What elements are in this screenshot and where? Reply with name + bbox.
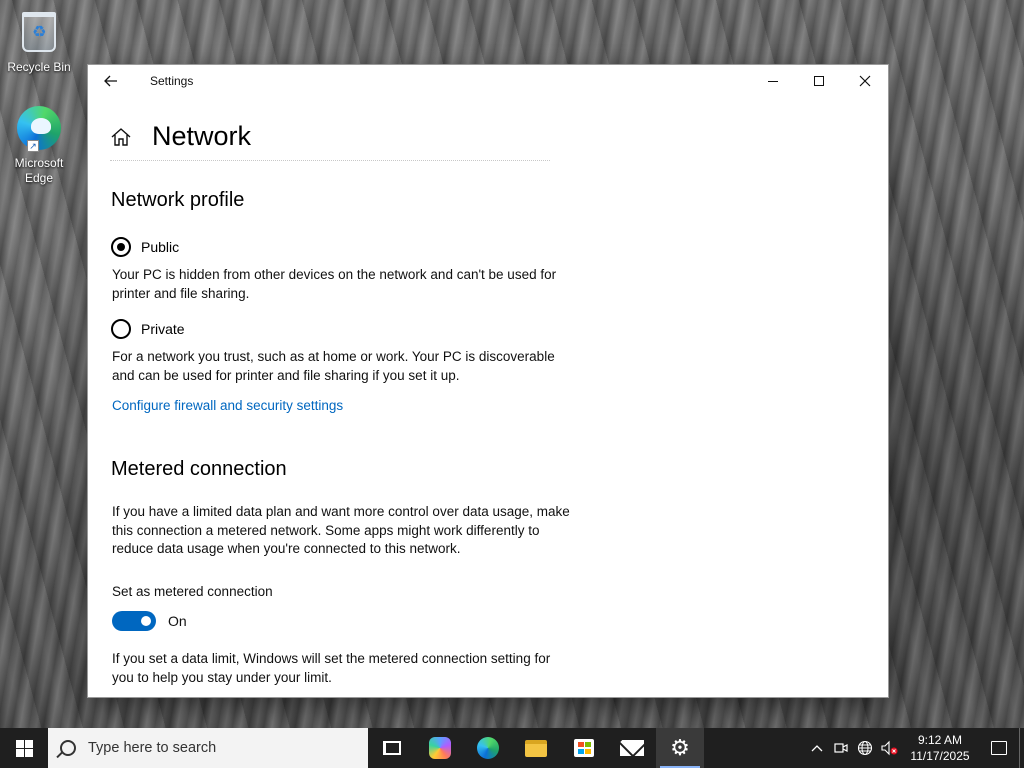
radio-private-label: Private: [141, 321, 185, 337]
taskbar-file-explorer[interactable]: [512, 728, 560, 768]
tray-meet-button[interactable]: [829, 728, 853, 768]
metered-toggle-label: Set as metered connection: [112, 584, 273, 599]
close-button[interactable]: [842, 65, 888, 97]
metered-toggle-row[interactable]: On: [112, 611, 187, 631]
desktop-icon-recycle-bin[interactable]: Recycle Bin: [3, 8, 75, 75]
taskbar-edge[interactable]: [464, 728, 512, 768]
system-tray: 9:12 AM 11/17/2025: [805, 728, 1024, 768]
metered-description: If you have a limited data plan and want…: [112, 504, 570, 556]
speaker-muted-icon: [881, 740, 898, 756]
clock-date: 11/17/2025: [910, 749, 970, 763]
back-button[interactable]: [88, 65, 134, 97]
radio-button-unchecked[interactable]: [111, 319, 131, 339]
private-description: For a network you trust, such as at home…: [112, 349, 555, 383]
metered-toggle-state: On: [168, 613, 187, 629]
volume-button[interactable]: [877, 728, 901, 768]
camera-icon: [834, 743, 848, 753]
file-explorer-icon: [525, 739, 547, 757]
desktop-icon-label: Microsoft Edge: [14, 156, 64, 185]
maximize-button[interactable]: [796, 65, 842, 97]
taskbar-mail[interactable]: [608, 728, 656, 768]
search-icon: [60, 740, 76, 756]
settings-icon: ⚙: [670, 735, 690, 760]
taskbar-apps: ⚙: [368, 728, 704, 768]
scroll-fade-divider: [110, 160, 550, 163]
title-bar[interactable]: Settings: [88, 65, 888, 97]
window-title: Settings: [150, 74, 194, 88]
maximize-icon: [814, 76, 824, 86]
taskbar: Type here to search ⚙ 9:12 AM 11/17/2025: [0, 728, 1024, 768]
desktop-icon-edge[interactable]: ↗ Microsoft Edge: [3, 104, 75, 186]
desktop-icon-label: Recycle Bin: [7, 60, 71, 74]
clock-time: 9:12 AM: [917, 733, 963, 747]
network-profile-heading: Network profile: [111, 189, 245, 211]
settings-window: Settings Network Network profile Public …: [88, 65, 888, 697]
page-title: Network: [152, 121, 252, 151]
data-limit-note: If you set a data limit, Windows will se…: [112, 651, 551, 685]
show-hidden-icons-button[interactable]: [805, 728, 829, 768]
minimize-icon: [768, 80, 778, 82]
start-button[interactable]: [0, 728, 48, 768]
home-icon[interactable]: [110, 126, 132, 148]
back-arrow-icon: [104, 75, 117, 87]
taskbar-task-view[interactable]: [368, 728, 416, 768]
taskbar-search-box[interactable]: Type here to search: [48, 728, 368, 768]
mail-icon: [620, 740, 644, 756]
globe-network-icon: [857, 740, 873, 756]
radio-public-label: Public: [141, 239, 180, 255]
metered-connection-heading: Metered connection: [111, 458, 287, 480]
firewall-settings-link[interactable]: Configure firewall and security settings: [112, 398, 343, 413]
chevron-up-icon: [811, 745, 823, 752]
recycle-bin-icon: [15, 8, 63, 56]
network-status-button[interactable]: [853, 728, 877, 768]
taskbar-settings[interactable]: ⚙: [656, 728, 704, 768]
minimize-button[interactable]: [750, 65, 796, 97]
search-placeholder: Type here to search: [88, 740, 217, 756]
windows-logo-icon: [15, 739, 33, 757]
microsoft-store-icon: [574, 739, 594, 757]
notification-icon: [991, 741, 1007, 755]
show-desktop-button[interactable]: [1019, 728, 1024, 768]
shortcut-arrow-icon: ↗: [27, 140, 39, 152]
task-view-icon: [383, 741, 401, 755]
taskbar-clock[interactable]: 9:12 AM 11/17/2025: [905, 732, 975, 764]
edge-icon: [477, 737, 499, 759]
page-header: Network: [110, 121, 251, 152]
public-description: Your PC is hidden from other devices on …: [112, 267, 557, 301]
copilot-icon: [429, 737, 451, 759]
edge-icon: ↗: [15, 104, 63, 152]
radio-private[interactable]: Private: [111, 319, 185, 339]
metered-toggle-switch[interactable]: [112, 611, 156, 631]
close-icon: [859, 75, 871, 87]
taskbar-microsoft-store[interactable]: [560, 728, 608, 768]
action-center-button[interactable]: [979, 728, 1019, 768]
taskbar-copilot[interactable]: [416, 728, 464, 768]
radio-button-checked[interactable]: [111, 237, 131, 257]
radio-public[interactable]: Public: [111, 237, 179, 257]
